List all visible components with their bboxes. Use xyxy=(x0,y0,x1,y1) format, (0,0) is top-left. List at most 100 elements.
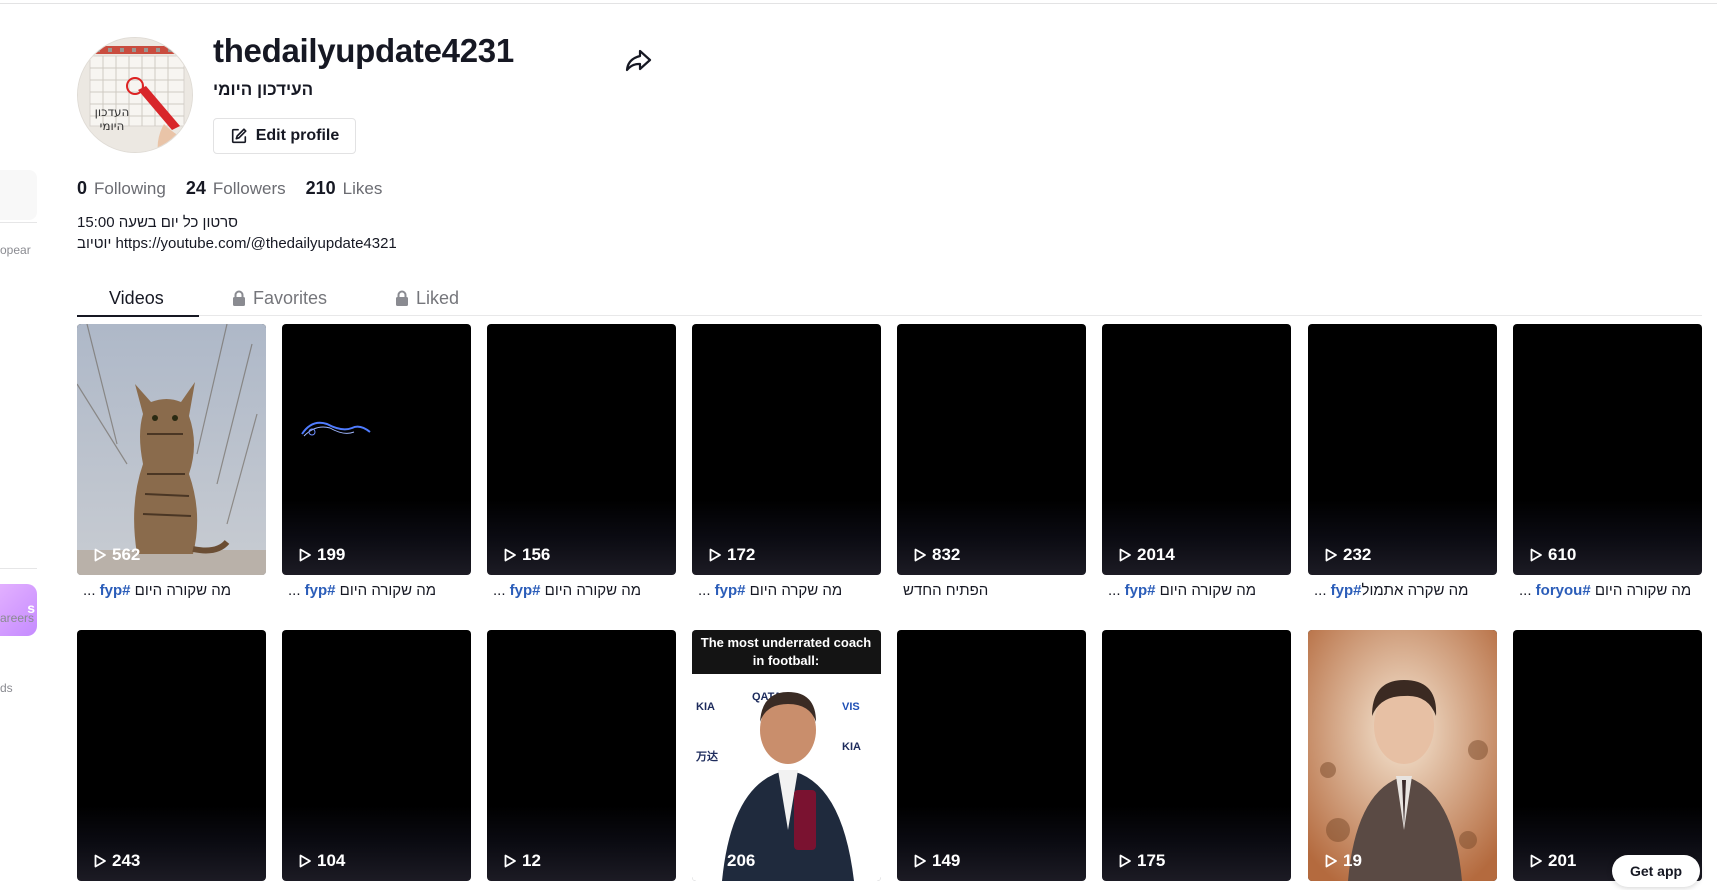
view-count: 610 xyxy=(1529,545,1576,565)
video-card[interactable]: 149 xyxy=(897,630,1086,881)
caption-text: הפתיח החדש xyxy=(903,582,989,599)
stat-followers-count: 24 xyxy=(185,178,206,198)
video-thumbnail[interactable]: 199 xyxy=(282,324,471,575)
video-thumbnail[interactable]: 201 xyxy=(1513,630,1702,881)
profile-stats: 0 Following 24 Followers 210 Likes xyxy=(77,178,382,199)
caption-text: מה שקורה היום xyxy=(335,582,437,599)
view-count-value: 12 xyxy=(522,851,541,870)
caption-more: ... xyxy=(1108,582,1125,599)
video-caption[interactable]: מה שקרה אתמול#fyp ... xyxy=(1308,582,1497,606)
tab-liked[interactable]: Liked xyxy=(395,280,459,316)
share-icon[interactable] xyxy=(623,45,653,75)
view-count-value: 562 xyxy=(112,545,141,564)
video-card[interactable]: 232 מה שקרה אתמול#fyp ... xyxy=(1308,324,1497,599)
video-thumbnail[interactable]: 149 xyxy=(897,630,1086,881)
video-card[interactable]: 172 מה שקרה היום #fyp ... xyxy=(692,324,881,599)
bio-line-2: יוטיוב https://youtube.com/@thedailyupda… xyxy=(77,235,397,252)
video-card[interactable]: 610 מה שקורה היום #foryou ... xyxy=(1513,324,1702,599)
view-count-value: 243 xyxy=(112,851,141,870)
video-thumbnail[interactable]: 19 xyxy=(1308,630,1497,881)
profile-bio: סרטון כל יום בשעה 15:00 יוטיוב https://y… xyxy=(77,212,397,254)
caption-hashtag[interactable]: #fyp xyxy=(100,582,131,599)
tab-active-indicator xyxy=(77,315,199,317)
caption-hashtag[interactable]: #fyp xyxy=(715,582,746,599)
view-count: 232 xyxy=(1324,545,1371,565)
video-card[interactable]: 104 xyxy=(282,630,471,881)
video-caption[interactable]: מה שקורה היום #fyp ... xyxy=(77,582,266,606)
video-thumbnail[interactable]: 172 xyxy=(692,324,881,575)
video-thumbnail[interactable]: KIA QATAR VIS 万达 KIA The most underrated coac… xyxy=(692,630,881,881)
glow-thumbnail-image xyxy=(301,421,371,437)
video-thumbnail[interactable]: 232 xyxy=(1308,324,1497,575)
video-card[interactable]: 243 xyxy=(77,630,266,881)
video-card[interactable]: 2014 מה שקורה היום #fyp ... xyxy=(1102,324,1291,599)
view-count: 19 xyxy=(1324,851,1362,871)
caption-hashtag[interactable]: #fyp xyxy=(510,582,541,599)
video-caption[interactable]: הפתיח החדש xyxy=(897,582,1086,606)
play-icon xyxy=(1530,854,1542,868)
tab-videos[interactable]: Videos xyxy=(109,280,164,316)
video-card[interactable]: 832 הפתיח החדש xyxy=(897,324,1086,599)
play-icon xyxy=(299,854,311,868)
sidebar-promo-button[interactable]: s xyxy=(0,584,37,636)
video-card[interactable]: 199 מה שקורה היום #fyp ... xyxy=(282,324,471,599)
video-caption[interactable]: מה שקורה היום #fyp ... xyxy=(1102,582,1291,606)
sidebar-divider xyxy=(0,222,37,223)
view-count-value: 832 xyxy=(932,545,961,564)
caption-text: מה שקורה היום xyxy=(540,582,642,599)
video-card[interactable]: 201 xyxy=(1513,630,1702,881)
video-thumbnail[interactable]: 562 xyxy=(77,324,266,575)
stat-followers[interactable]: 24 Followers xyxy=(186,178,286,199)
svg-text:万达: 万达 xyxy=(695,749,718,763)
view-count: 172 xyxy=(708,545,755,565)
video-card[interactable]: 562 מה שקורה היום #fyp ... xyxy=(77,324,266,599)
stat-following[interactable]: 0 Following xyxy=(77,178,166,199)
video-thumbnail[interactable]: 2014 xyxy=(1102,324,1291,575)
edit-profile-button[interactable]: Edit profile xyxy=(213,118,356,154)
caption-more: ... xyxy=(288,582,305,599)
video-thumbnail[interactable]: 175 xyxy=(1102,630,1291,881)
view-count-value: 172 xyxy=(727,545,756,564)
video-caption[interactable]: מה שקורה היום #fyp ... xyxy=(487,582,676,606)
video-thumbnail[interactable]: 610 xyxy=(1513,324,1702,575)
caption-hashtag[interactable]: #fyp xyxy=(305,582,336,599)
coach-overlay-line1: The most underrated coach xyxy=(701,635,872,650)
edit-profile-label: Edit profile xyxy=(255,127,340,144)
play-icon xyxy=(709,854,721,868)
video-card[interactable]: 19 xyxy=(1308,630,1497,881)
caption-hashtag[interactable]: #foryou xyxy=(1536,582,1591,599)
video-card[interactable]: 175 xyxy=(1102,630,1291,881)
get-app-button[interactable]: Get app xyxy=(1612,855,1700,887)
video-caption[interactable]: מה שקרה היום #fyp ... xyxy=(692,582,881,606)
avatar[interactable]: העדכון היומי xyxy=(77,37,193,153)
caption-more: ... xyxy=(1314,582,1331,599)
view-count: 206 xyxy=(708,851,755,871)
video-card[interactable]: 12 xyxy=(487,630,676,881)
video-card[interactable]: KIA QATAR VIS 万达 KIA The most underrated coac… xyxy=(692,630,881,881)
video-thumbnail[interactable]: 832 xyxy=(897,324,1086,575)
caption-more: ... xyxy=(698,582,715,599)
avatar-text-1: העדכון xyxy=(95,105,130,119)
video-caption[interactable]: מה שקורה היום #foryou ... xyxy=(1513,582,1702,606)
sidebar-link-fragment[interactable]: ds xyxy=(0,681,13,695)
play-icon xyxy=(914,548,926,562)
play-icon xyxy=(1119,854,1131,868)
caption-hashtag[interactable]: #fyp xyxy=(1125,582,1156,599)
video-thumbnail[interactable]: 12 xyxy=(487,630,676,881)
play-icon xyxy=(299,548,311,562)
view-count-value: 610 xyxy=(1548,545,1577,564)
video-caption[interactable]: מה שקורה היום #fyp ... xyxy=(282,582,471,606)
video-card[interactable]: 156 מה שקורה היום #fyp ... xyxy=(487,324,676,599)
video-thumbnail[interactable]: 104 xyxy=(282,630,471,881)
view-count-value: 156 xyxy=(522,545,551,564)
sidebar-link-careers[interactable]: areers xyxy=(0,611,34,625)
sidebar-item-fragment[interactable] xyxy=(0,170,37,220)
video-thumbnail[interactable]: 243 xyxy=(77,630,266,881)
view-count: 562 xyxy=(93,545,140,565)
caption-hashtag[interactable]: #fyp xyxy=(1331,582,1362,599)
view-count-value: 2014 xyxy=(1137,545,1175,564)
sidebar-text-fragment: opear xyxy=(0,243,31,257)
play-icon xyxy=(1530,548,1542,562)
video-thumbnail[interactable]: 156 xyxy=(487,324,676,575)
tab-favorites[interactable]: Favorites xyxy=(232,280,327,316)
